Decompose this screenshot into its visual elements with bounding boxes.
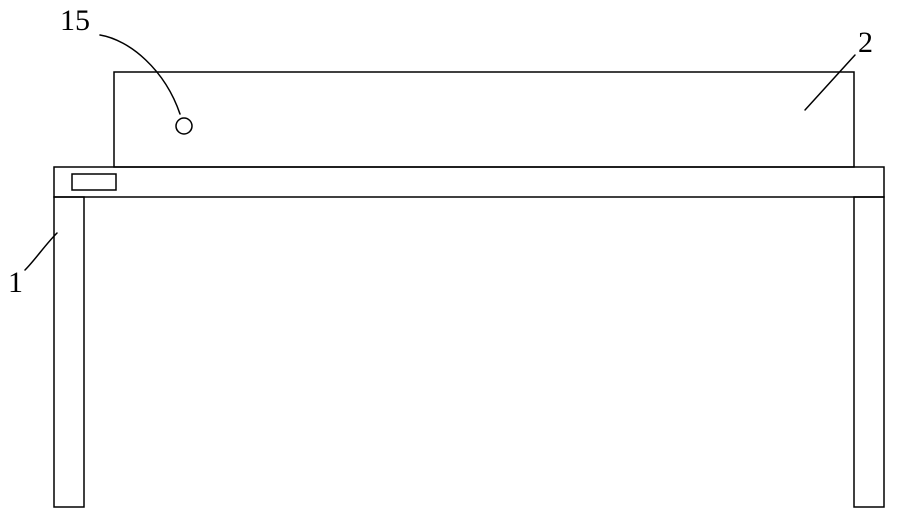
part-15-circle — [176, 118, 192, 134]
frame-top-rail — [54, 167, 884, 197]
part-2-panel — [114, 72, 854, 167]
technical-drawing — [0, 0, 924, 525]
small-rect-on-rail — [72, 174, 116, 190]
label-2: 2 — [858, 28, 873, 58]
leader-2 — [805, 55, 855, 110]
label-1: 1 — [8, 268, 23, 298]
frame-right-leg — [854, 197, 884, 507]
label-15: 15 — [60, 6, 90, 36]
leader-1 — [25, 233, 57, 270]
frame-left-leg — [54, 197, 84, 507]
leader-15 — [100, 35, 180, 114]
